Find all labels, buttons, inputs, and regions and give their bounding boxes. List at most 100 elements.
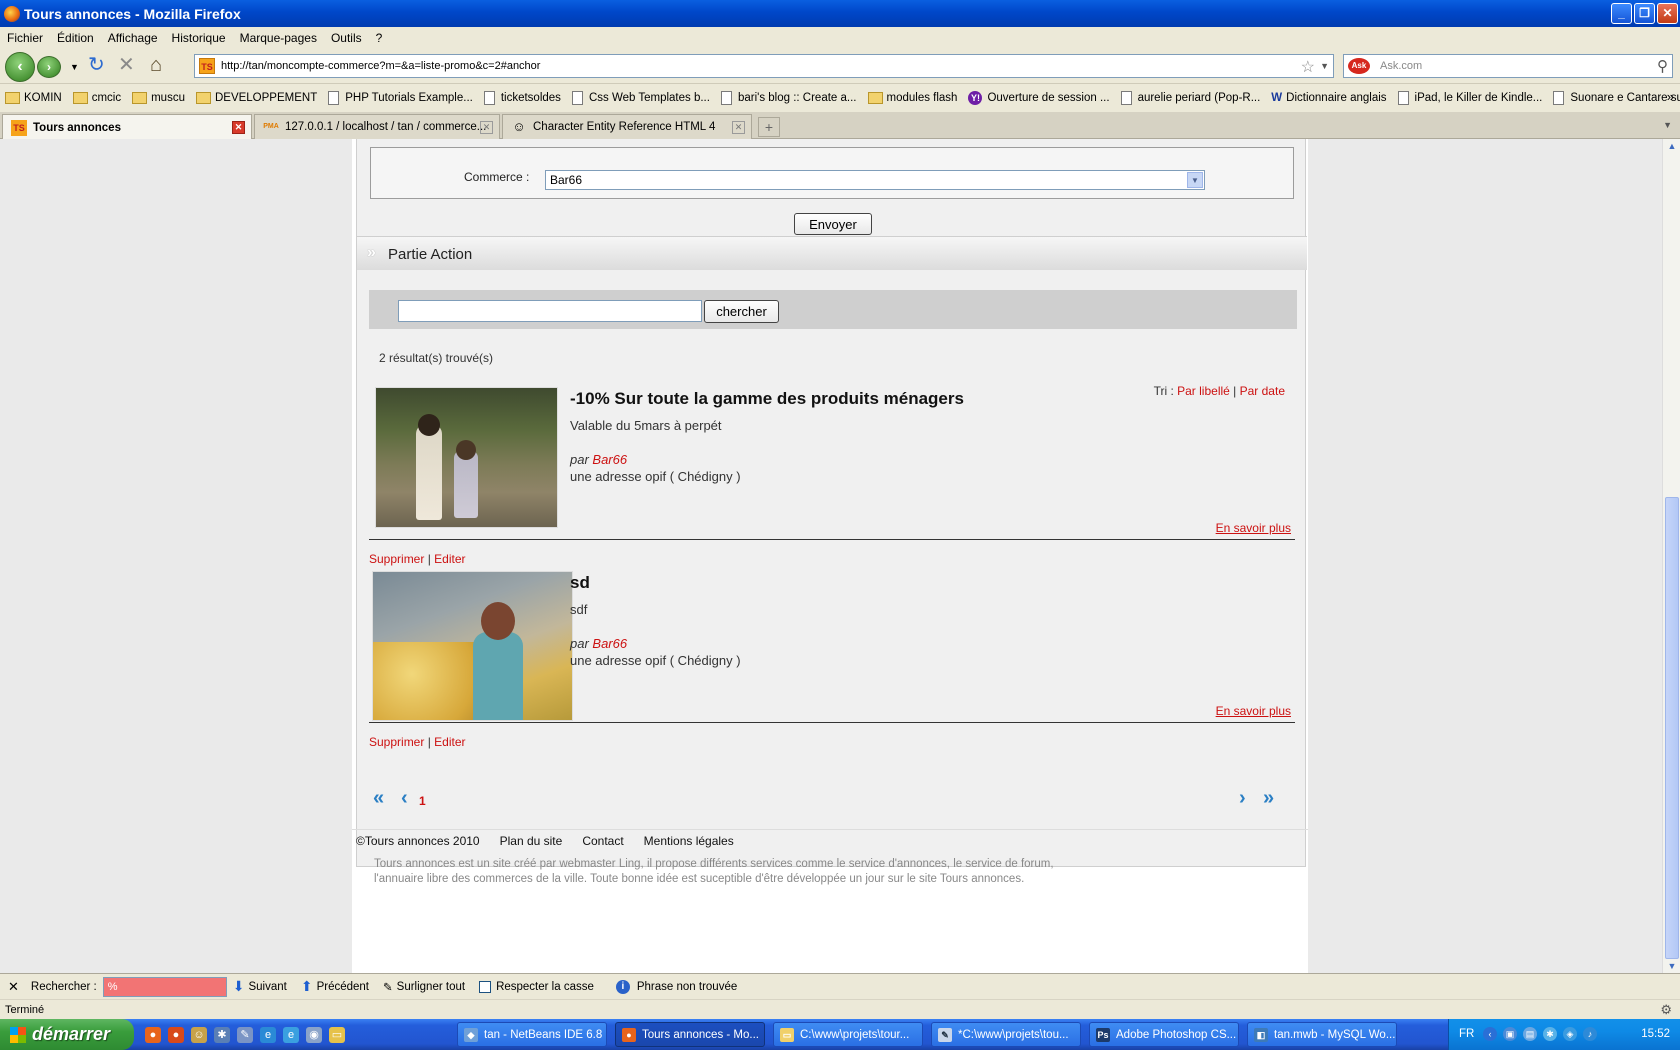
bookmarks-overflow-icon[interactable]: » bbox=[1667, 89, 1674, 104]
task-photoshop[interactable]: Ps Adobe Photoshop CS... bbox=[1089, 1022, 1239, 1047]
promo-image[interactable] bbox=[372, 571, 573, 721]
sort-by-date-link[interactable]: Par date bbox=[1240, 384, 1285, 398]
commerce-select[interactable]: Bar66 ▼ bbox=[545, 170, 1205, 190]
footer-link-plan[interactable]: Plan du site bbox=[500, 834, 563, 848]
firefox-alt-quicklaunch-icon[interactable]: ● bbox=[168, 1027, 184, 1043]
first-page-icon[interactable]: « bbox=[373, 787, 384, 810]
firefox-quicklaunch-icon[interactable]: ● bbox=[145, 1027, 161, 1043]
scroll-up-icon[interactable]: ▲ bbox=[1665, 139, 1679, 153]
reload-icon[interactable]: ↻ bbox=[88, 55, 105, 75]
bookmark-item[interactable]: PHP Tutorials Example... bbox=[328, 91, 473, 105]
volume-icon[interactable]: ♪ bbox=[1583, 1027, 1597, 1041]
bookmark-item[interactable]: Suonare e Cantare su... bbox=[1553, 91, 1680, 105]
bookmark-star-icon[interactable]: ☆ bbox=[1301, 57, 1315, 77]
task-netbeans[interactable]: ◆ tan - NetBeans IDE 6.8 bbox=[457, 1022, 607, 1047]
envoyer-button[interactable]: Envoyer bbox=[794, 213, 872, 235]
close-tab-icon[interactable]: ✕ bbox=[480, 121, 493, 134]
task-mysql-workbench[interactable]: ◧ tan.mwb - MySQL Wo... bbox=[1247, 1022, 1397, 1047]
sort-by-label-link[interactable]: Par libellé bbox=[1177, 384, 1230, 398]
menu-edition[interactable]: Édition bbox=[57, 31, 94, 45]
tray-arrow-icon[interactable]: ‹ bbox=[1483, 1027, 1497, 1041]
url-text[interactable]: http://tan/moncompte-commerce?m=&a=liste… bbox=[221, 60, 540, 72]
folder-quicklaunch-icon[interactable]: ▭ bbox=[329, 1027, 345, 1043]
stop-icon[interactable]: ✕ bbox=[118, 55, 135, 75]
ie-quicklaunch-icon[interactable]: e bbox=[260, 1027, 276, 1043]
menu-fichier[interactable]: Fichier bbox=[7, 31, 43, 45]
menu-affichage[interactable]: Affichage bbox=[108, 31, 158, 45]
home-icon[interactable]: ⌂ bbox=[150, 55, 162, 75]
promo-image[interactable] bbox=[375, 387, 558, 528]
tab-character-entity[interactable]: ☺ Character Entity Reference HTML 4 ✕ bbox=[502, 114, 752, 139]
vertical-scrollbar[interactable]: ▲ ▼ bbox=[1662, 139, 1680, 973]
menu-historique[interactable]: Historique bbox=[172, 31, 226, 45]
supprimer-link[interactable]: Supprimer bbox=[369, 552, 424, 566]
next-page-icon[interactable]: › bbox=[1239, 787, 1246, 810]
network-icon[interactable]: ▣ bbox=[1503, 1027, 1517, 1041]
new-tab-icon[interactable]: + bbox=[758, 117, 780, 137]
task-editor[interactable]: ✎ *C:\www\projets\tou... bbox=[931, 1022, 1081, 1047]
back-button-icon[interactable]: ‹ bbox=[5, 52, 35, 82]
tools-quicklaunch-icon[interactable]: ✱ bbox=[214, 1027, 230, 1043]
close-tab-icon[interactable]: ✕ bbox=[232, 121, 245, 134]
match-case-checkbox[interactable]: Respecter la casse bbox=[479, 980, 594, 993]
menu-outils[interactable]: Outils bbox=[331, 31, 362, 45]
close-find-icon[interactable]: ✕ bbox=[8, 979, 19, 995]
history-dropdown-icon[interactable]: ▼ bbox=[70, 62, 79, 72]
editer-link[interactable]: Editer bbox=[434, 552, 465, 566]
monitor-icon[interactable]: ▤ bbox=[1523, 1027, 1537, 1041]
bookmark-item[interactable]: iPad, le Killer de Kindle... bbox=[1397, 91, 1542, 105]
find-prev-button[interactable]: ⬆ Précédent bbox=[301, 978, 369, 995]
en-savoir-plus-link[interactable]: En savoir plus bbox=[1216, 704, 1291, 718]
footer-link-mentions[interactable]: Mentions légales bbox=[644, 834, 734, 848]
bookmark-item[interactable]: aurelie periard (Pop-R... bbox=[1120, 91, 1260, 105]
bookmark-item[interactable]: ticketsoldes bbox=[483, 91, 561, 105]
task-explorer[interactable]: ▭ C:\www\projets\tour... bbox=[773, 1022, 923, 1047]
highlight-all-button[interactable]: ✎ Surligner tout bbox=[383, 980, 465, 994]
search-icon[interactable]: ⚲ bbox=[1657, 57, 1668, 75]
url-dropdown-icon[interactable]: ▼ bbox=[1320, 61, 1329, 71]
bookmark-item[interactable]: bari's blog :: Create a... bbox=[720, 91, 857, 105]
tab-tours-annonces[interactable]: TS Tours annonces ✕ bbox=[2, 114, 252, 140]
tab-list-icon[interactable]: ▼ bbox=[1663, 120, 1672, 130]
close-tab-icon[interactable]: ✕ bbox=[732, 121, 745, 134]
forward-button-icon[interactable]: › bbox=[37, 56, 61, 78]
search-placeholder[interactable]: Ask.com bbox=[1380, 60, 1422, 72]
bookmark-item[interactable]: muscu bbox=[132, 92, 185, 104]
edit-quicklaunch-icon[interactable]: ✎ bbox=[237, 1027, 253, 1043]
en-savoir-plus-link[interactable]: En savoir plus bbox=[1216, 521, 1291, 535]
bluetooth-icon[interactable]: ✱ bbox=[1543, 1027, 1557, 1041]
current-page[interactable]: 1 bbox=[419, 794, 426, 808]
prev-page-icon[interactable]: ‹ bbox=[401, 787, 408, 810]
minimize-button[interactable]: _ bbox=[1611, 3, 1632, 24]
web-search-box[interactable]: Ask Ask.com ⚲ bbox=[1343, 54, 1673, 78]
bookmark-item[interactable]: W Dictionnaire anglais bbox=[1271, 92, 1386, 104]
scrollbar-thumb[interactable] bbox=[1665, 497, 1679, 959]
ie-alt-quicklaunch-icon[interactable]: e bbox=[283, 1027, 299, 1043]
menu-help[interactable]: ? bbox=[376, 31, 383, 45]
language-indicator[interactable]: FR bbox=[1459, 1028, 1474, 1040]
chevron-down-icon[interactable]: ▼ bbox=[1187, 172, 1203, 188]
last-page-icon[interactable]: » bbox=[1263, 787, 1274, 810]
find-next-button[interactable]: ⬇ Suivant bbox=[233, 978, 287, 995]
start-button[interactable]: démarrer bbox=[0, 1019, 134, 1050]
menu-marque-pages[interactable]: Marque-pages bbox=[240, 31, 317, 45]
scroll-down-icon[interactable]: ▼ bbox=[1665, 959, 1679, 973]
user-quicklaunch-icon[interactable]: ☺ bbox=[191, 1027, 207, 1043]
maximize-button[interactable]: ❐ bbox=[1634, 3, 1655, 24]
security-icon[interactable]: ◈ bbox=[1563, 1027, 1577, 1041]
close-window-button[interactable]: ✕ bbox=[1657, 3, 1678, 24]
editer-link[interactable]: Editer bbox=[434, 735, 465, 749]
bookmark-item[interactable]: Css Web Templates b... bbox=[571, 91, 710, 105]
search-input[interactable] bbox=[398, 300, 702, 322]
footer-link-contact[interactable]: Contact bbox=[582, 834, 623, 848]
bookmark-item[interactable]: KOMIN bbox=[5, 92, 62, 104]
ask-engine-icon[interactable]: Ask bbox=[1348, 58, 1370, 74]
addons-gear-icon[interactable]: ⚙ bbox=[1660, 1000, 1672, 1020]
promo-author-link[interactable]: Bar66 bbox=[592, 636, 627, 651]
bookmark-item[interactable]: Y! Ouverture de session ... bbox=[968, 91, 1110, 105]
bookmark-item[interactable]: cmcic bbox=[72, 92, 121, 104]
bookmark-item[interactable]: modules flash bbox=[867, 92, 957, 104]
tab-phpmyadmin[interactable]: PMA 127.0.0.1 / localhost / tan / commer… bbox=[254, 114, 500, 139]
supprimer-link[interactable]: Supprimer bbox=[369, 735, 424, 749]
promo-author-link[interactable]: Bar66 bbox=[592, 452, 627, 467]
